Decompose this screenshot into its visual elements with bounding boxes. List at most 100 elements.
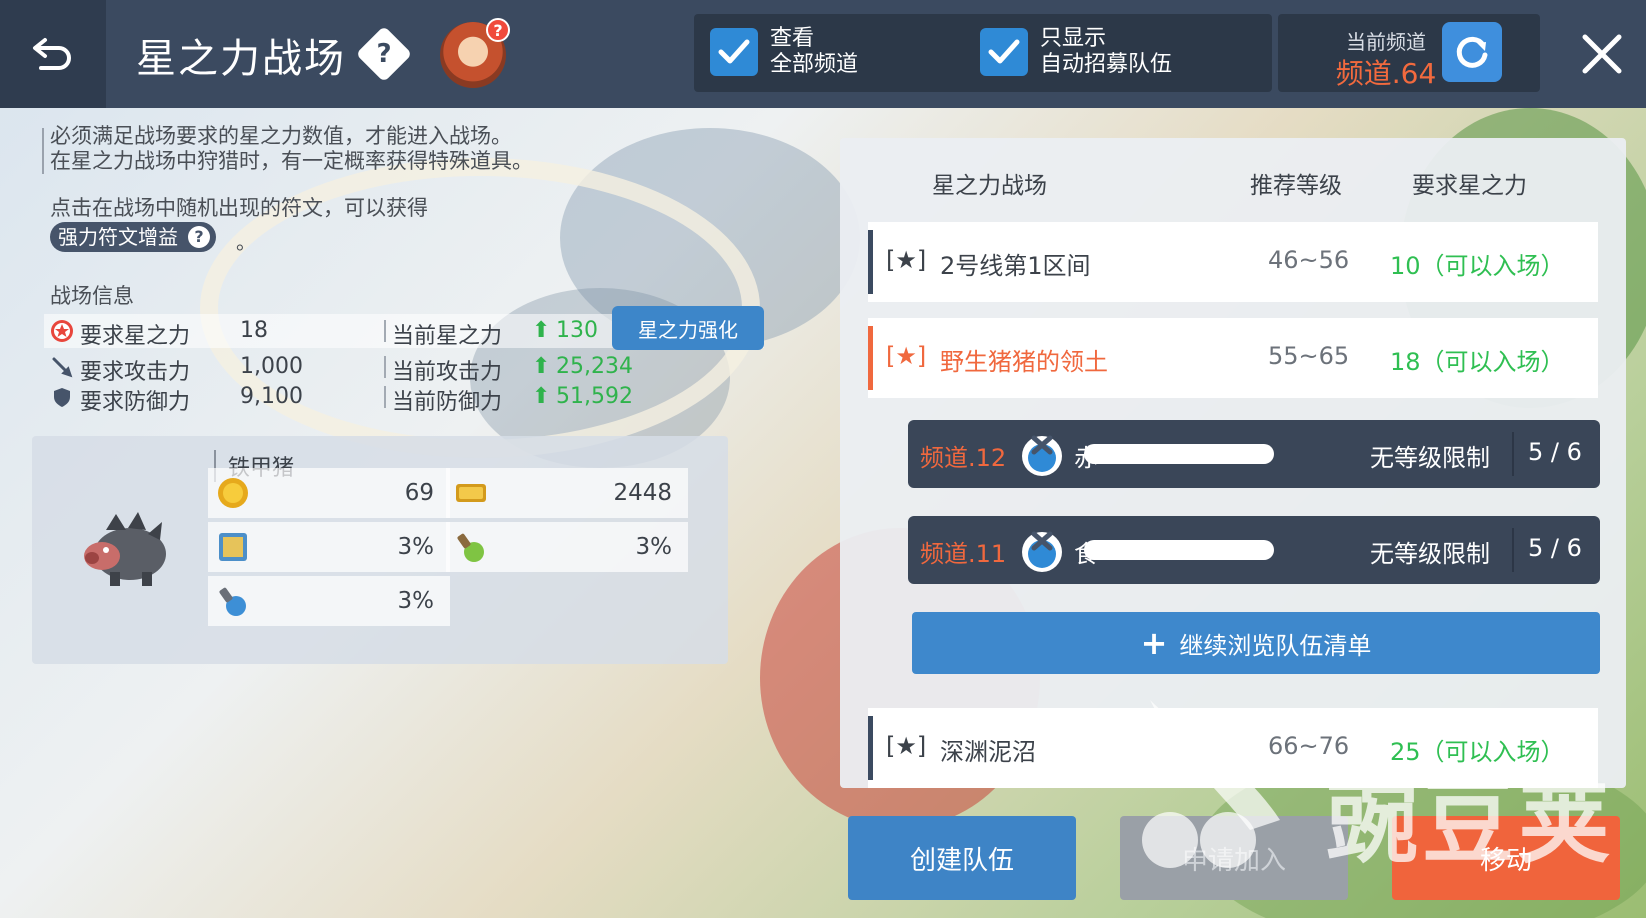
stat-current-label: 当前星之力 [392,324,503,349]
team-level-limit: 无等级限制 [1370,444,1490,472]
iron-boar-monster-icon [84,512,166,586]
scroll-icon [219,587,246,616]
sword-icon [52,357,73,378]
auto-recruit-checkbox[interactable] [980,28,1028,76]
close-icon [1582,34,1622,74]
battlefield-description: 必须满足战场要求的星之力数值，才能进入战场。 在星之力战场中狩猎时，有一定概率获… [42,124,533,174]
drop-value: 69 [404,480,434,506]
all-channels-checkbox[interactable] [710,28,758,76]
create-team-button[interactable]: 创建队伍 [848,816,1076,900]
battlefield-row[interactable]: [★] 2号线第1区间 46~56 10（可以入场） [868,222,1598,302]
checkmark-icon [718,39,750,64]
all-channels-label-line2: 全部频道 [770,52,859,77]
description-line-1: 必须满足战场要求的星之力数值，才能进入战场。 [50,124,512,148]
all-channels-label[interactable]: 查看 全部频道 [770,26,858,78]
back-arrow-icon [33,38,71,70]
plus-icon: + [1140,624,1168,662]
all-channels-label-line1: 查看 [770,26,815,51]
npc-avatar[interactable]: ? [440,18,510,88]
refresh-button[interactable] [1442,22,1502,82]
auto-recruit-label-line1: 只显示 [1040,26,1107,51]
star-marker: [★] [886,732,927,760]
move-button[interactable]: 移动 [1392,816,1620,900]
description-bar [42,128,44,174]
row-accent-bar [868,230,873,294]
battlefield-row[interactable]: [★] 深渊泥沼 66~76 25（可以入场） [868,708,1598,788]
team-channel: 频道.12 [920,444,1007,472]
drop-cell: 3% [208,522,450,572]
page-title: 星之力战场 [136,36,346,82]
stat-current-label: 当前防御力 [392,390,503,415]
rune-buff-chip[interactable]: 强力符文增益 ? [50,222,216,252]
gold-coin-icon [218,478,248,508]
auto-recruit-label[interactable]: 只显示 自动招募队伍 [1040,26,1172,78]
refresh-icon [1456,36,1488,68]
team-divider [1512,432,1514,476]
stat-row-attack: 要求攻击力 1,000 当前攻击力 ⬆ 25,234 [44,350,764,385]
battlefield-name: 野生猪猪的领土 [940,348,1108,376]
stat-label: 要求防御力 [80,390,191,415]
star-force-icon [51,320,73,342]
stat-required-value: 1,000 [240,354,303,379]
drop-cell: 3% [208,576,450,626]
browse-more-teams-button[interactable]: + 继续浏览队伍清单 [912,612,1600,674]
rune-description: 点击在战场中随机出现的符文，可以获得 [50,196,428,220]
close-button[interactable] [1572,24,1632,84]
team-channel: 频道.11 [920,540,1007,568]
column-header-level: 推荐等级 [1250,173,1342,199]
question-icon: ? [188,226,210,248]
battlefield-name: 2号线第1区间 [940,252,1091,280]
drop-value: 3% [635,534,673,560]
recommended-level: 66~76 [1268,732,1350,760]
stat-label: 要求星之力 [80,324,191,349]
drop-value: 3% [397,588,435,614]
join-team-button[interactable]: 申请加入 [1120,816,1348,900]
team-row[interactable]: 频道.12 赤 无等级限制 5 / 6 [908,420,1600,488]
stat-divider [384,356,386,378]
star-force-boost-button[interactable]: 星之力强化 [612,306,764,350]
auto-recruit-team-icon [1022,531,1062,572]
up-arrow-icon: ⬆ [532,354,551,379]
stat-divider [384,320,386,342]
battlefield-list-panel: 星之力战场 推荐等级 要求星之力 [★] 2号线第1区间 46~56 10（可以… [840,138,1626,788]
team-member-count: 5 / 6 [1528,438,1582,466]
drop-value: 3% [397,534,435,560]
help-button[interactable]: ? [355,25,413,83]
section-title-battlefield-info: 战场信息 [50,284,134,308]
team-row[interactable]: 频道.11 食 无等级限制 5 / 6 [908,516,1600,584]
star-marker: [★] [886,342,927,370]
auto-recruit-team-icon [1022,435,1062,476]
required-star-force: 25（可以入场） [1390,738,1565,766]
required-star-force: 10（可以入场） [1390,252,1565,280]
monster-panel: 铁甲猪 69 2448 3% 3% 3% [32,436,728,664]
required-star-force: 18（可以入场） [1390,348,1565,376]
drop-cell: 3% [446,522,688,572]
drop-value: 2448 [613,480,672,506]
auto-recruit-label-line2: 自动招募队伍 [1040,52,1173,77]
team-level-limit: 无等级限制 [1370,540,1490,568]
checkmark-icon [988,39,1020,64]
team-member-count: 5 / 6 [1528,534,1582,562]
drop-cell: 2448 [446,468,688,518]
browse-more-teams-label: 继续浏览队伍清单 [1179,631,1372,660]
stat-current-value: 130 [556,318,598,343]
row-accent-bar [868,716,873,780]
column-header-required: 要求星之力 [1412,173,1527,199]
stat-divider [384,386,386,408]
stat-required-value: 18 [240,318,268,343]
redacted-name-mask [1084,444,1274,464]
recommended-level: 55~65 [1268,342,1350,370]
battlefield-name: 深渊泥沼 [940,738,1036,766]
up-arrow-icon: ⬆ [532,384,551,409]
row-accent-bar [868,326,873,390]
potion-icon [457,533,484,562]
back-button[interactable] [0,0,106,108]
recommended-level: 46~56 [1268,246,1350,274]
stat-current-value: 51,592 [556,384,633,409]
question-badge-icon: ? [486,18,510,42]
rune-suffix: 。 [236,230,256,254]
star-marker: [★] [886,246,927,274]
battlefield-row-selected[interactable]: [★] 野生猪猪的领土 55~65 18（可以入场） [868,318,1598,398]
redacted-name-mask [1084,540,1274,560]
question-icon: ? [376,39,392,69]
